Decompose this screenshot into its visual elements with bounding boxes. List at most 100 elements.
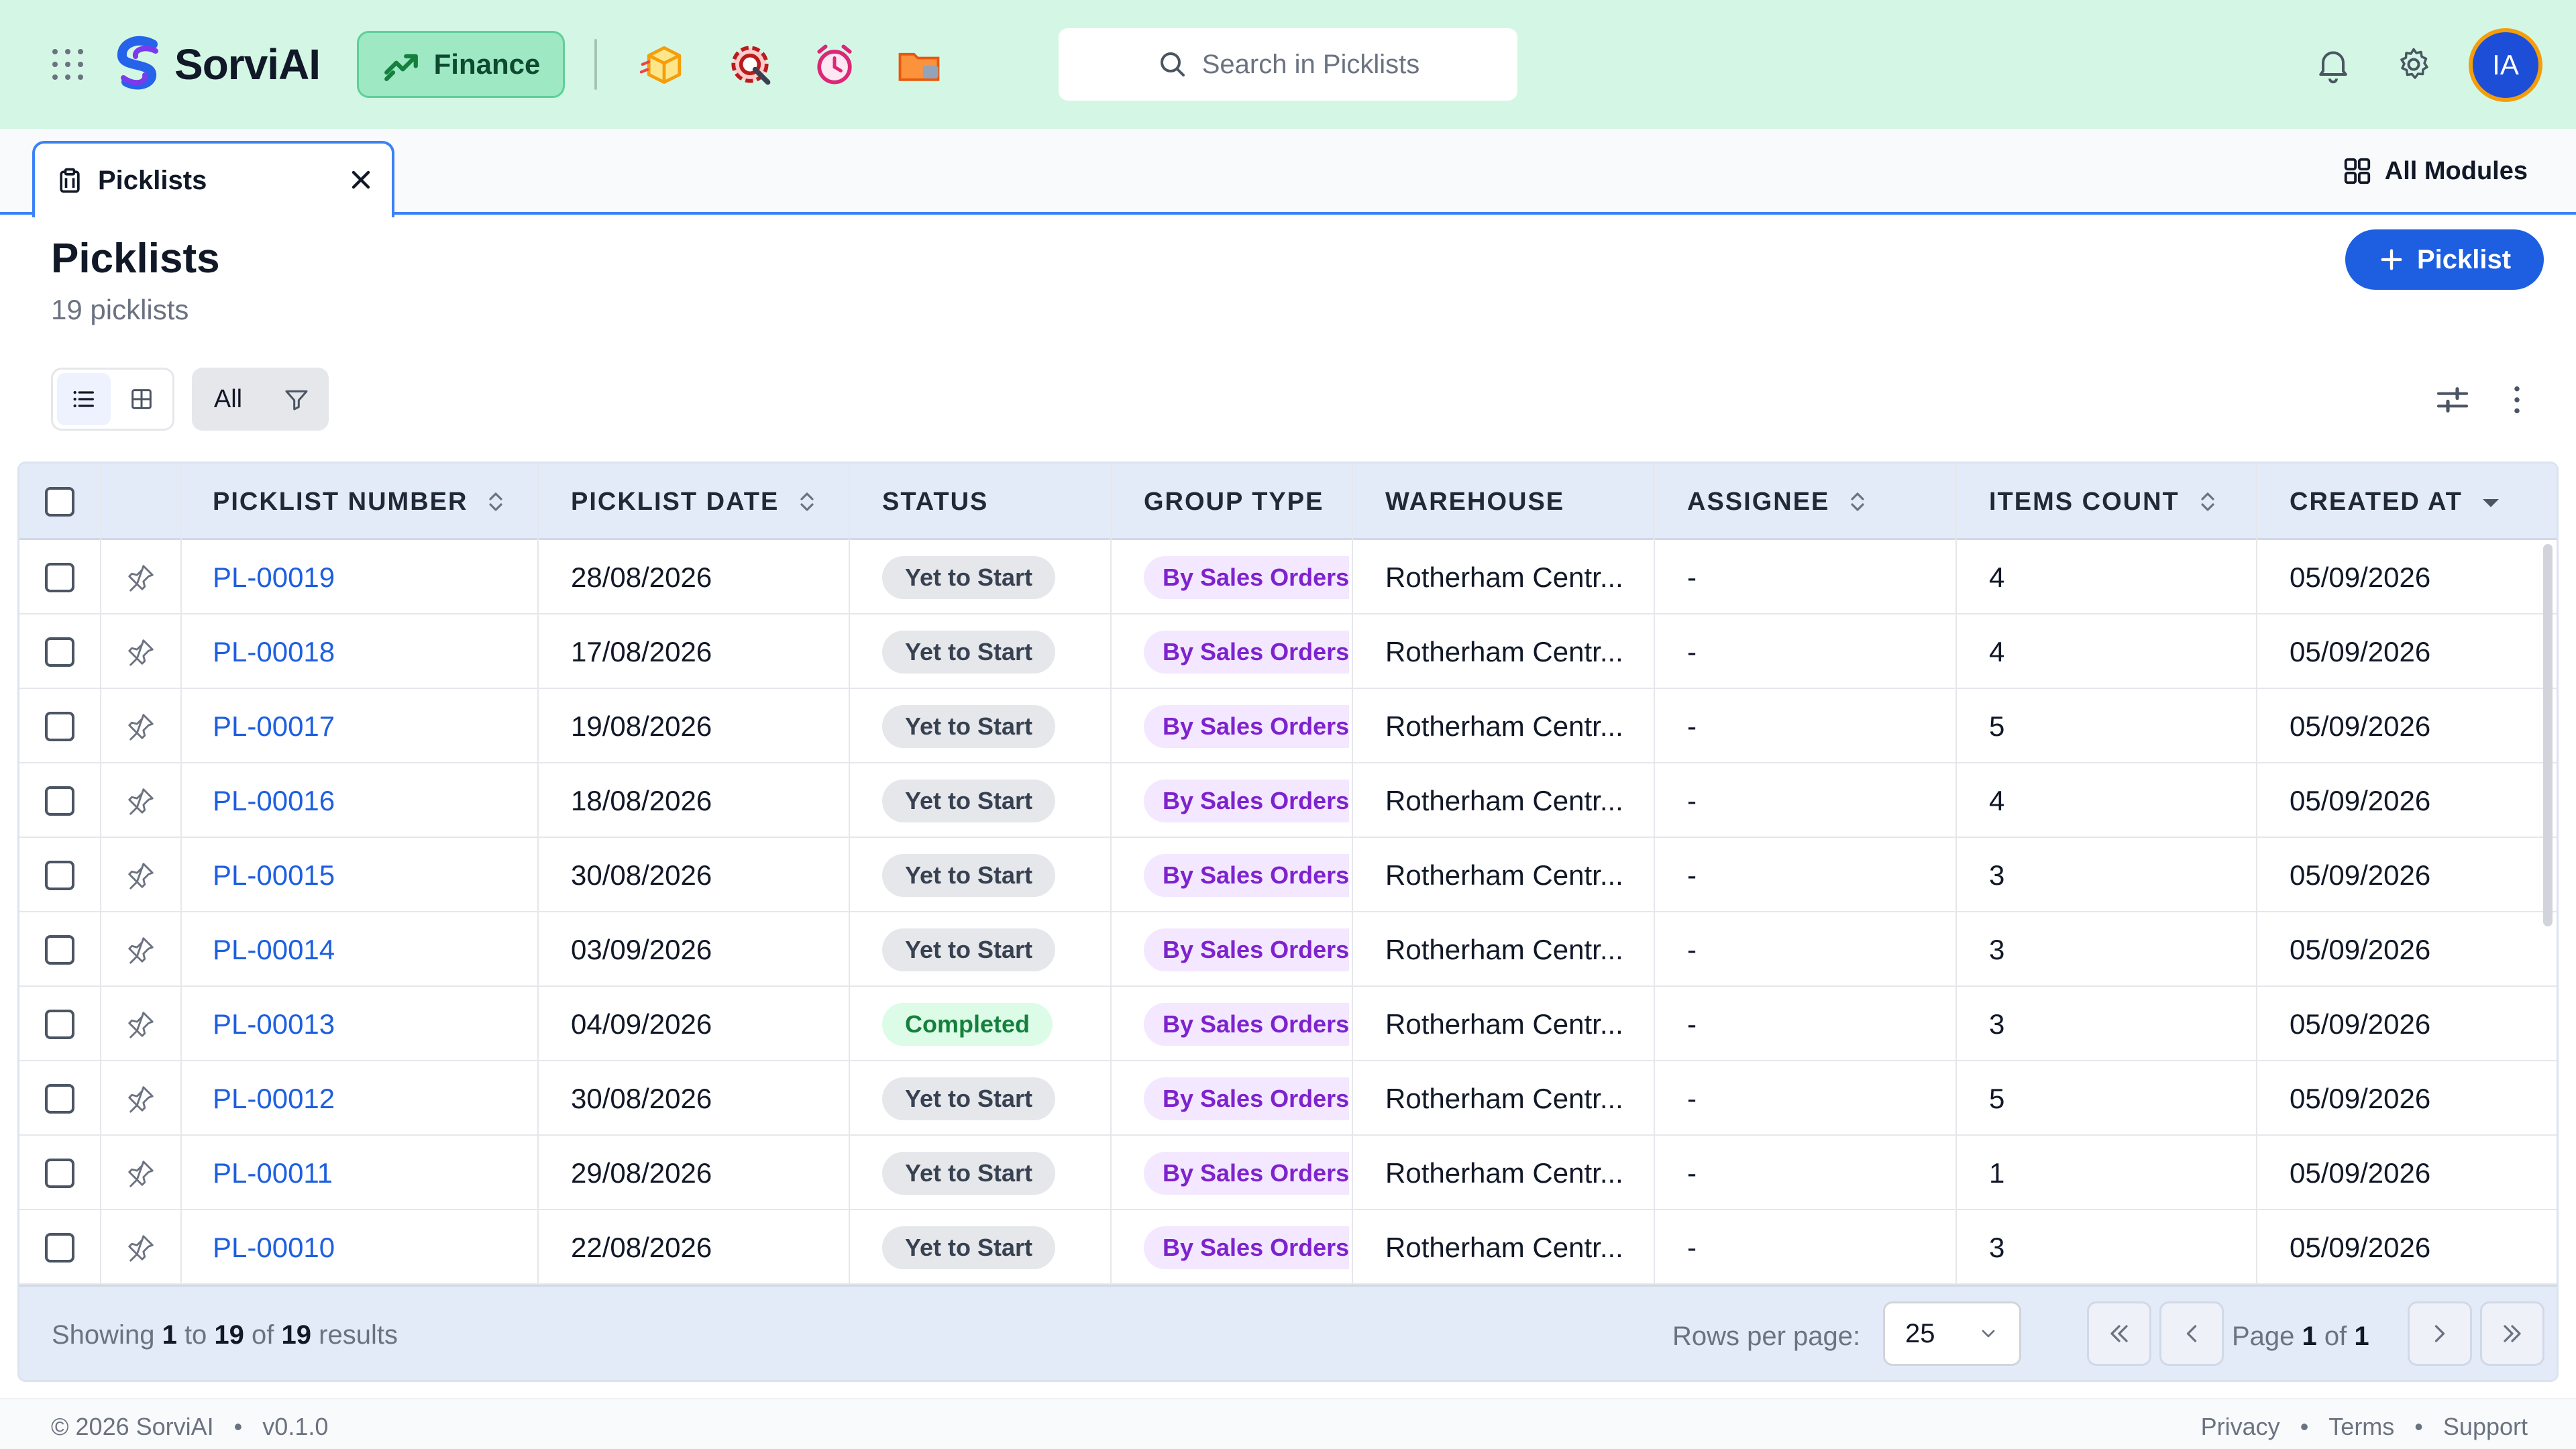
table-row[interactable]: PL-00016 18/08/2026 Yet to Start By Sales O… xyxy=(19,763,2557,838)
group-type-cell: By Sales Orders xyxy=(1144,614,1352,689)
group-type-badge: By Sales Orders xyxy=(1144,1077,1350,1120)
tab-picklists[interactable]: Picklists xyxy=(32,141,394,217)
footer-link-support[interactable]: Support xyxy=(2443,1413,2528,1441)
row-select-cell xyxy=(45,540,74,614)
last-page-button[interactable] xyxy=(2480,1301,2544,1366)
all-modules-button[interactable]: All Modules xyxy=(2342,156,2528,186)
pin-icon[interactable] xyxy=(125,1210,156,1285)
table-row[interactable]: PL-00012 30/08/2026 Yet to Start By Sales O… xyxy=(19,1061,2557,1136)
table-row[interactable]: PL-00019 28/08/2026 Yet to Start By Sales O… xyxy=(19,540,2557,614)
items-count: 1 xyxy=(1989,1157,2005,1189)
col-label: ASSIGNEE xyxy=(1687,487,1830,516)
table-row[interactable]: PL-00011 29/08/2026 Yet to Start By Sales O… xyxy=(19,1136,2557,1210)
row-select-cell xyxy=(45,1061,74,1136)
row-checkbox[interactable] xyxy=(45,562,74,592)
col-items-count[interactable]: ITEMS COUNT xyxy=(1989,464,2218,540)
row-checkbox[interactable] xyxy=(45,711,74,741)
items-count: 5 xyxy=(1989,710,2005,742)
picklist-number-link[interactable]: PL-00018 xyxy=(213,614,335,689)
quick-app-time[interactable] xyxy=(809,39,860,90)
created-at: 05/09/2026 xyxy=(2290,784,2431,816)
rows-per-page-select[interactable]: 25 xyxy=(1883,1301,2021,1366)
row-checkbox[interactable] xyxy=(45,1083,74,1114)
picklist-number-link[interactable]: PL-00014 xyxy=(213,912,335,987)
close-icon[interactable] xyxy=(346,165,373,192)
tab-label: Picklists xyxy=(98,165,207,195)
prev-page-button[interactable] xyxy=(2159,1301,2224,1366)
picklist-number-link[interactable]: PL-00016 xyxy=(213,763,335,838)
row-checkbox[interactable] xyxy=(45,637,74,667)
pin-icon[interactable] xyxy=(125,987,156,1061)
quick-app-settings[interactable] xyxy=(724,39,775,90)
col-label: WAREHOUSE xyxy=(1385,487,1565,516)
avatar[interactable]: IA xyxy=(2469,28,2542,102)
filter-all-button[interactable]: All xyxy=(192,368,264,431)
col-assignee[interactable]: ASSIGNEE xyxy=(1687,464,1868,540)
col-warehouse: WAREHOUSE xyxy=(1385,464,1564,540)
row-checkbox[interactable] xyxy=(45,934,74,965)
table-row[interactable]: PL-00010 22/08/2026 Yet to Start By Sales O… xyxy=(19,1210,2557,1285)
status-badge: Yet to Start xyxy=(882,1151,1056,1195)
filter-group: All xyxy=(192,368,329,431)
apps-grid-icon[interactable] xyxy=(52,49,83,80)
table-row[interactable]: PL-00015 30/08/2026 Yet to Start By Sales O… xyxy=(19,838,2557,912)
quick-app-inventory[interactable] xyxy=(639,39,690,90)
first-page-button[interactable] xyxy=(2087,1301,2151,1366)
col-picklist-date[interactable]: PICKLIST DATE xyxy=(571,464,818,540)
footer-link-terms[interactable]: Terms xyxy=(2328,1413,2394,1441)
status-cell: Yet to Start xyxy=(882,1210,1056,1285)
rows-per-page-value: 25 xyxy=(1905,1318,1935,1348)
gear-icon[interactable] xyxy=(2394,44,2434,85)
bell-icon[interactable] xyxy=(2313,44,2353,85)
warehouse: Rotherham Centr... xyxy=(1385,561,1623,593)
status-cell: Yet to Start xyxy=(882,912,1056,987)
row-select-cell xyxy=(45,1210,74,1285)
quick-app-files[interactable] xyxy=(894,39,945,90)
grid-view-button[interactable] xyxy=(115,373,168,425)
brand-logo[interactable]: SorviAI xyxy=(111,35,321,94)
picklist-number-link[interactable]: PL-00019 xyxy=(213,540,335,614)
col-picklist-number[interactable]: PICKLIST NUMBER xyxy=(213,464,506,540)
assignee: - xyxy=(1687,933,1697,965)
pin-icon[interactable] xyxy=(125,689,156,763)
showing-of-word: of xyxy=(252,1320,274,1350)
more-vertical-icon[interactable] xyxy=(2498,381,2536,419)
row-checkbox[interactable] xyxy=(45,1232,74,1263)
pin-icon[interactable] xyxy=(125,1061,156,1136)
sort-icon xyxy=(489,492,503,511)
pin-icon[interactable] xyxy=(125,1136,156,1210)
row-checkbox[interactable] xyxy=(45,1009,74,1039)
pin-icon[interactable] xyxy=(125,540,156,614)
next-page-button[interactable] xyxy=(2408,1301,2472,1366)
module-switcher-finance[interactable]: Finance xyxy=(357,31,565,98)
row-checkbox[interactable] xyxy=(45,786,74,816)
table-row[interactable]: PL-00018 17/08/2026 Yet to Start By Sales O… xyxy=(19,614,2557,689)
picklist-number-link[interactable]: PL-00012 xyxy=(213,1061,335,1136)
sliders-icon[interactable] xyxy=(2434,381,2471,419)
search-input[interactable]: Search in Picklists xyxy=(1059,28,1517,101)
select-all-checkbox[interactable] xyxy=(45,487,74,517)
picklist-number-link[interactable]: PL-00013 xyxy=(213,987,335,1061)
chevrons-left-icon xyxy=(2110,1325,2128,1342)
table-row[interactable]: PL-00013 04/09/2026 Completed By Sales Orde… xyxy=(19,987,2557,1061)
new-picklist-button[interactable]: Picklist xyxy=(2345,229,2544,290)
footer-link-privacy[interactable]: Privacy xyxy=(2201,1413,2280,1441)
modules-grid-icon xyxy=(2344,158,2370,184)
picklist-number-link[interactable]: PL-00010 xyxy=(213,1210,335,1285)
row-checkbox[interactable] xyxy=(45,1158,74,1188)
picklist-number-link[interactable]: PL-00011 xyxy=(213,1136,333,1210)
pin-icon[interactable] xyxy=(125,838,156,912)
table-scrollbar[interactable] xyxy=(2543,544,2553,926)
pin-icon[interactable] xyxy=(125,763,156,838)
group-type-badge: By Sales Orders xyxy=(1144,1151,1350,1195)
picklist-number-link[interactable]: PL-00017 xyxy=(213,689,335,763)
pin-icon[interactable] xyxy=(125,912,156,987)
pin-icon[interactable] xyxy=(125,614,156,689)
list-view-button[interactable] xyxy=(57,373,111,425)
table-row[interactable]: PL-00017 19/08/2026 Yet to Start By Sales O… xyxy=(19,689,2557,763)
picklist-number-link[interactable]: PL-00015 xyxy=(213,838,335,912)
table-row[interactable]: PL-00014 03/09/2026 Yet to Start By Sales O… xyxy=(19,912,2557,987)
col-created-at[interactable]: CREATED AT xyxy=(2290,464,2502,540)
filter-button[interactable] xyxy=(264,368,329,431)
row-checkbox[interactable] xyxy=(45,860,74,890)
